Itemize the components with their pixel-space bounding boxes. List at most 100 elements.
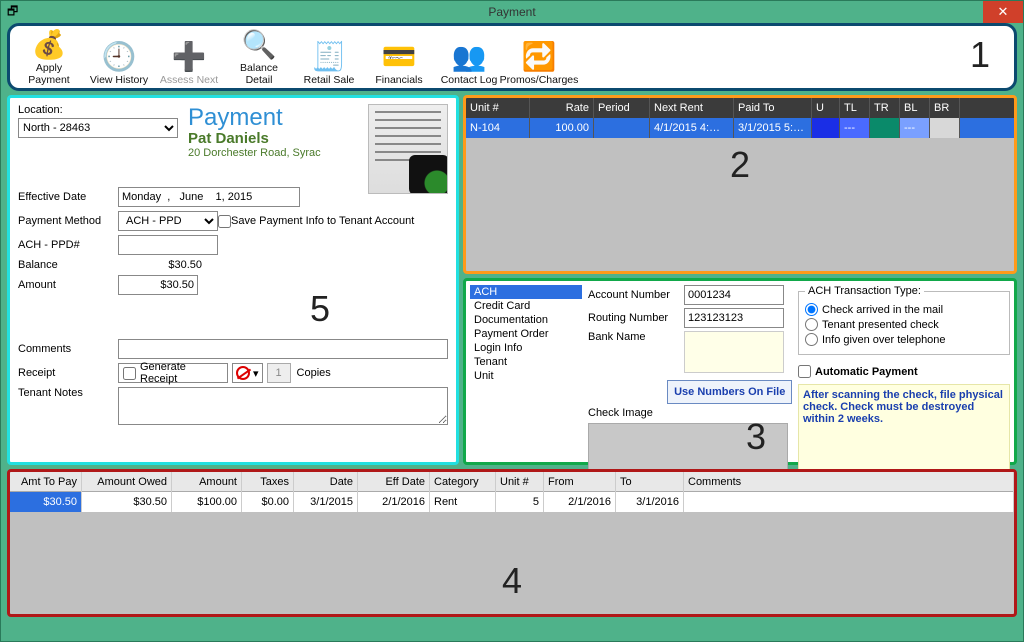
ach-type-phone-label: Info given over telephone — [822, 334, 946, 346]
balance-detail-button[interactable]: 🔍 Balance Detail — [226, 26, 292, 86]
copies-label: Copies — [297, 367, 331, 379]
col-tr[interactable]: TR — [870, 98, 900, 118]
cell-date: 3/1/2015 — [294, 492, 358, 512]
balance-label: Balance — [18, 259, 118, 271]
zone-marker-1: 1 — [970, 34, 990, 76]
col-to[interactable]: To — [616, 472, 684, 492]
apply-payment-button[interactable]: 💰 Apply Payment — [16, 26, 82, 86]
payment-method-select[interactable]: ACH - PPD — [118, 211, 218, 231]
col-date[interactable]: Date — [294, 472, 358, 492]
routing-number-label: Routing Number — [588, 312, 684, 324]
view-history-label: View History — [90, 74, 148, 86]
balance-icon: 🔍 — [242, 26, 277, 62]
location-select[interactable]: North - 28463 — [18, 118, 178, 138]
col-unit[interactable]: Unit # — [466, 98, 530, 118]
routing-number-input[interactable] — [684, 308, 784, 328]
automatic-payment-row[interactable]: Automatic Payment — [798, 365, 1010, 378]
comments-input[interactable] — [118, 339, 448, 359]
tab-ach[interactable]: ACH — [470, 285, 582, 299]
units-grid-row[interactable]: N-104 100.00 4/1/2015 4:… 3/1/2015 5:… -… — [466, 118, 1014, 138]
cell-taxes: $0.00 — [242, 492, 294, 512]
cell-period — [594, 118, 650, 138]
col-amount[interactable]: Amount — [172, 472, 242, 492]
ach-ppd-input[interactable] — [118, 235, 218, 255]
ledger-row[interactable]: $30.50 $30.50 $100.00 $0.00 3/1/2015 2/1… — [10, 492, 1014, 512]
effective-date-input[interactable] — [118, 187, 300, 207]
ach-type-phone[interactable]: Info given over telephone — [805, 333, 1003, 346]
financials-button[interactable]: 💳 Financials — [366, 38, 432, 86]
cell-tr — [870, 118, 900, 138]
generate-receipt-control[interactable]: Generate Receipt — [118, 363, 228, 383]
payment-form-panel: Location: North - 28463 Payment Pat Dani… — [7, 95, 459, 465]
col-category[interactable]: Category — [430, 472, 496, 492]
ach-panel: ACH Credit Card Documentation Payment Or… — [463, 278, 1017, 465]
col-amount-owed[interactable]: Amount Owed — [82, 472, 172, 492]
contact-log-button[interactable]: 👥 Contact Log — [436, 38, 502, 86]
tab-payment-order[interactable]: Payment Order — [470, 327, 582, 341]
ach-transaction-type-group: ACH Transaction Type: Check arrived in t… — [798, 285, 1010, 355]
tab-tenant[interactable]: Tenant — [470, 355, 582, 369]
col-eff-date[interactable]: Eff Date — [358, 472, 430, 492]
account-number-input[interactable] — [684, 285, 784, 305]
ach-type-mail[interactable]: Check arrived in the mail — [805, 303, 1003, 316]
generate-receipt-checkbox[interactable] — [123, 367, 136, 380]
cell-amount: $100.00 — [172, 492, 242, 512]
col-comments[interactable]: Comments — [684, 472, 1014, 492]
cell-bl: --- — [900, 118, 930, 138]
cell-to: 3/1/2016 — [616, 492, 684, 512]
col-rate[interactable]: Rate — [530, 98, 594, 118]
close-button[interactable]: ✕ — [983, 1, 1023, 23]
assess-icon: ➕ — [172, 38, 207, 74]
app-icon: 🗗 — [7, 2, 18, 23]
save-info-checkbox[interactable] — [218, 215, 231, 228]
units-grid-panel: Unit # Rate Period Next Rent Paid To U T… — [463, 95, 1017, 274]
contact-log-label: Contact Log — [441, 74, 498, 86]
ach-type-presented[interactable]: Tenant presented check — [805, 318, 1003, 331]
no-print-icon — [236, 366, 250, 380]
ach-type-presented-radio[interactable] — [805, 318, 818, 331]
col-u[interactable]: U — [812, 98, 840, 118]
cell-tl: --- — [840, 118, 870, 138]
promos-icon: 🔁 — [522, 38, 557, 74]
zone-marker-2: 2 — [730, 144, 750, 186]
assess-next-button: ➕ Assess Next — [156, 38, 222, 86]
tab-login-info[interactable]: Login Info — [470, 341, 582, 355]
cell-rate: 100.00 — [530, 118, 594, 138]
cell-amount-owed: $30.50 — [82, 492, 172, 512]
tenant-notes-input[interactable] — [118, 387, 448, 425]
copies-spinner[interactable]: 1 — [267, 363, 291, 383]
tab-documentation[interactable]: Documentation — [470, 313, 582, 327]
col-br[interactable]: BR — [930, 98, 960, 118]
money-hand-icon: 💰 — [32, 26, 67, 62]
col-bl[interactable]: BL — [900, 98, 930, 118]
col-unit-num[interactable]: Unit # — [496, 472, 544, 492]
promos-charges-button[interactable]: 🔁 Promos/Charges — [506, 38, 572, 86]
col-from[interactable]: From — [544, 472, 616, 492]
tab-credit-card[interactable]: Credit Card — [470, 299, 582, 313]
chevron-down-icon: ▾ — [253, 367, 259, 380]
view-history-button[interactable]: 🕘 View History — [86, 38, 152, 86]
automatic-payment-checkbox[interactable] — [798, 365, 811, 378]
ach-ppd-label: ACH - PPD# — [18, 239, 118, 251]
col-taxes[interactable]: Taxes — [242, 472, 294, 492]
tab-unit[interactable]: Unit — [470, 369, 582, 383]
ach-type-mail-label: Check arrived in the mail — [822, 304, 943, 316]
receipt-type-dropdown[interactable]: ▾ — [232, 363, 263, 383]
comments-label: Comments — [18, 343, 118, 355]
balance-detail-label: Balance Detail — [226, 62, 292, 86]
retail-sale-button[interactable]: 🧾 Retail Sale — [296, 38, 362, 86]
cell-unit: 5 — [496, 492, 544, 512]
col-paid-to[interactable]: Paid To — [734, 98, 812, 118]
amount-input[interactable] — [118, 275, 198, 295]
col-tl[interactable]: TL — [840, 98, 870, 118]
col-next-rent[interactable]: Next Rent — [650, 98, 734, 118]
generate-receipt-label: Generate Receipt — [140, 361, 223, 385]
col-amt-to-pay[interactable]: Amt To Pay — [10, 472, 82, 492]
cell-comments — [684, 492, 1014, 512]
title-bar: 🗗 Payment ✕ — [1, 1, 1023, 23]
ach-type-phone-radio[interactable] — [805, 333, 818, 346]
ach-type-mail-radio[interactable] — [805, 303, 818, 316]
units-grid-header: Unit # Rate Period Next Rent Paid To U T… — [466, 98, 1014, 118]
use-numbers-on-file-button[interactable]: Use Numbers On File — [667, 380, 792, 404]
col-period[interactable]: Period — [594, 98, 650, 118]
